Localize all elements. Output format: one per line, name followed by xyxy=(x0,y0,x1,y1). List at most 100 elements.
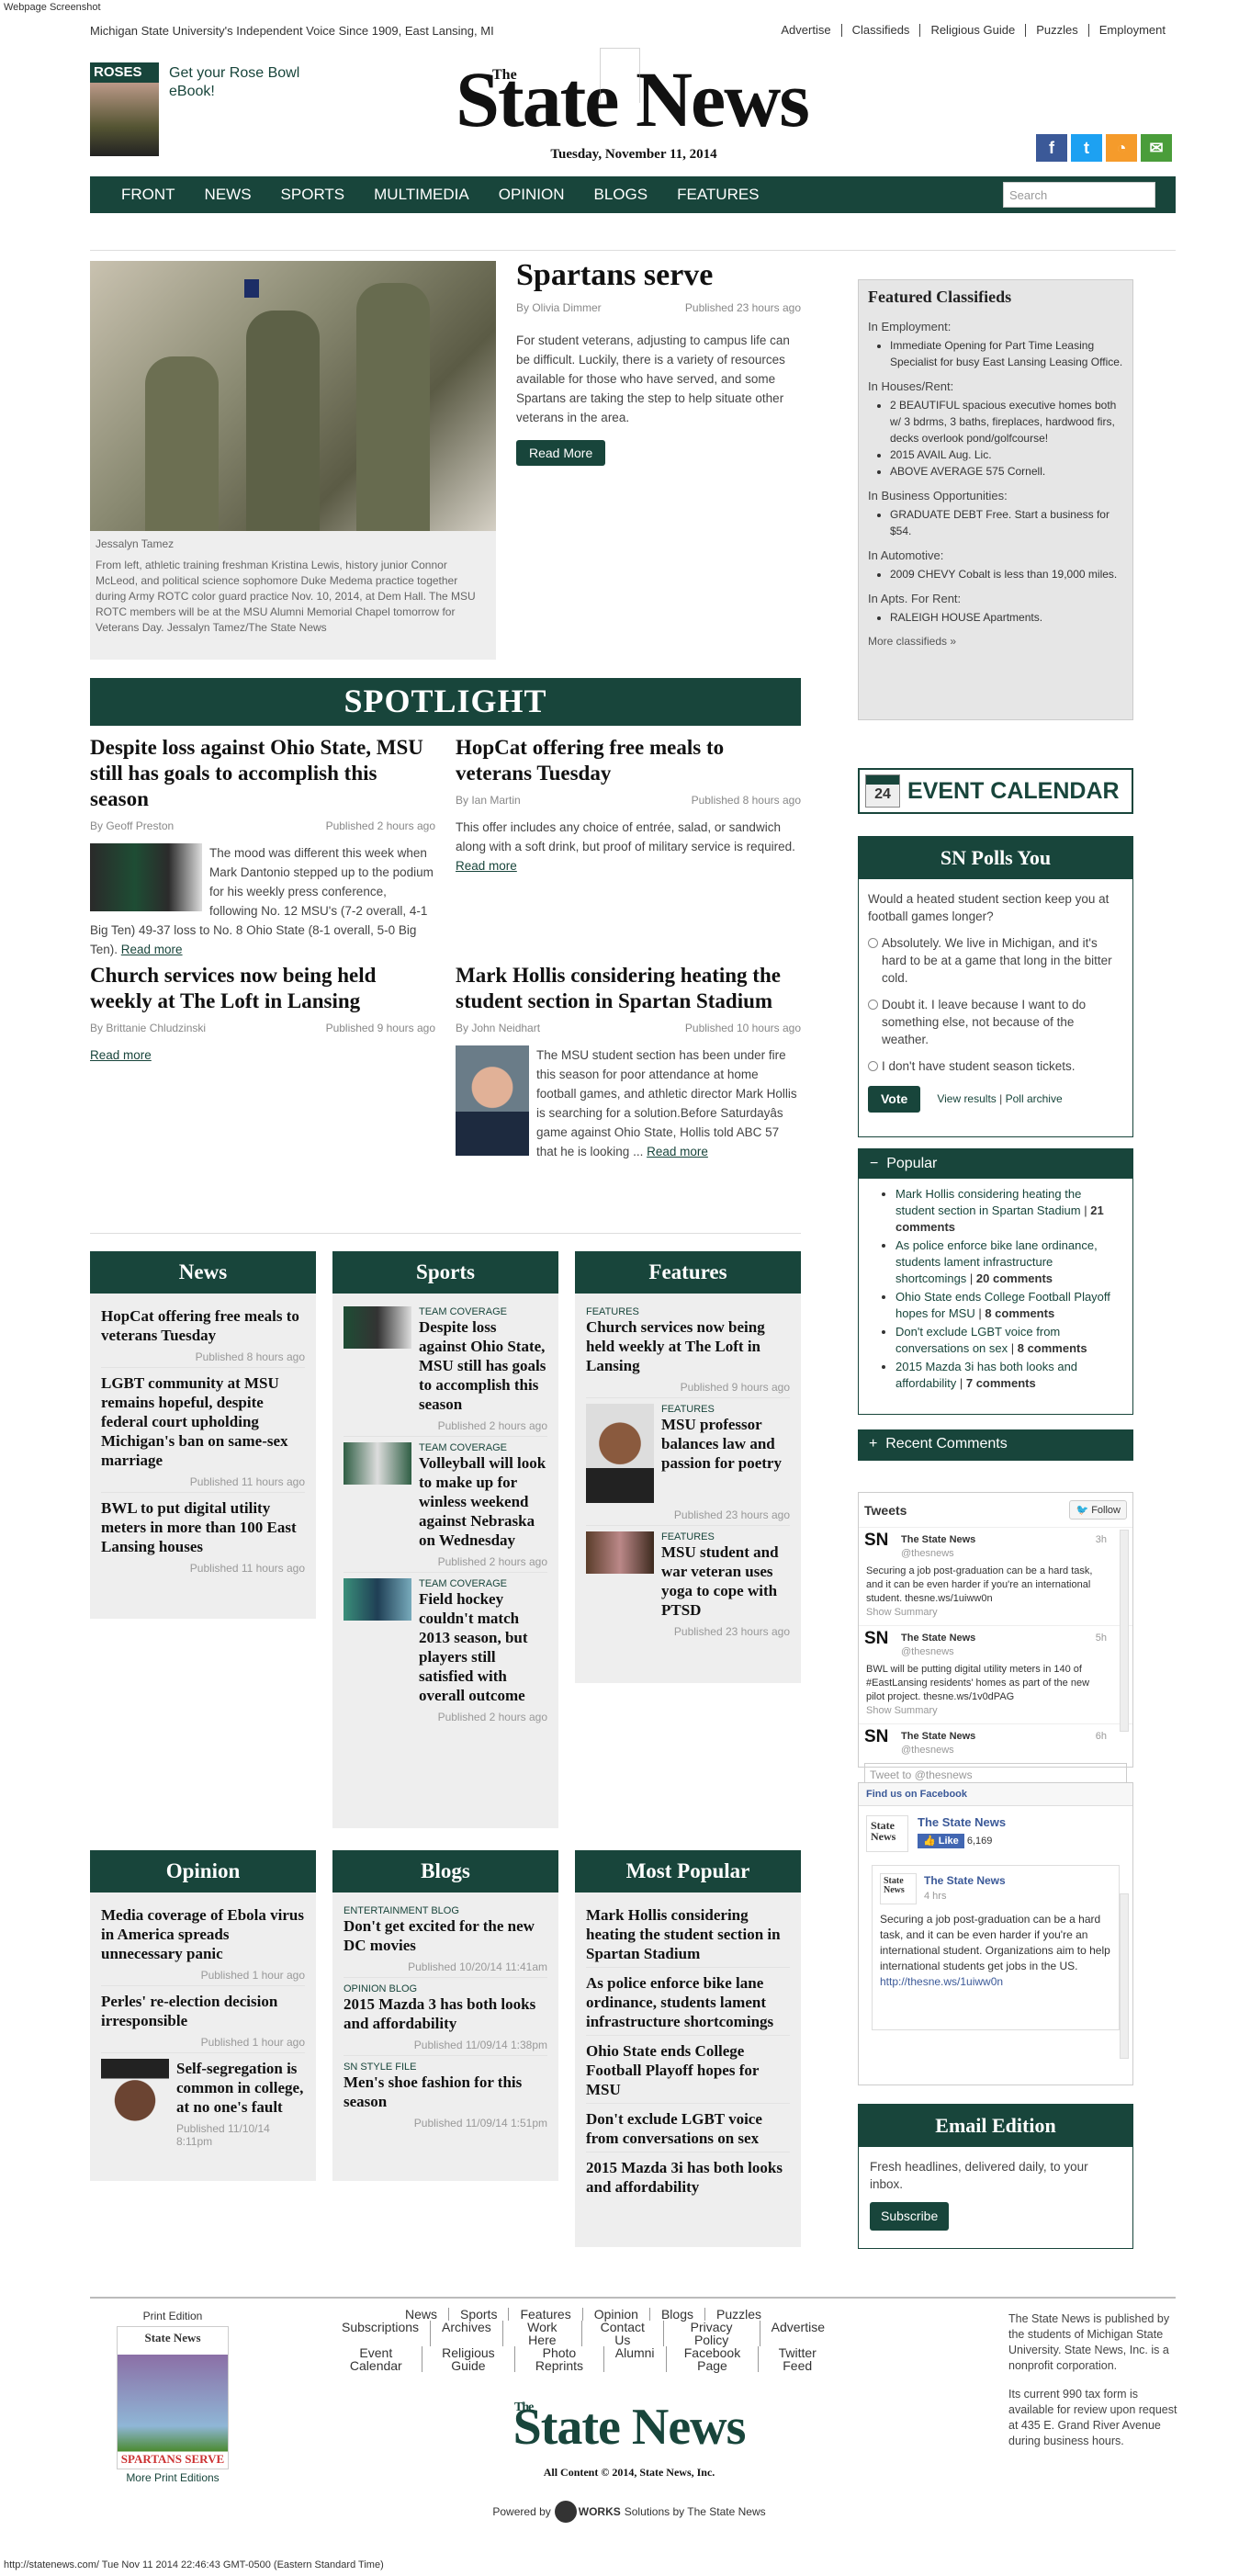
nav-item-news[interactable]: NEWS xyxy=(190,186,266,204)
item-headline[interactable]: BWL to put digital utility meters in mor… xyxy=(101,1498,305,1556)
subscribe-button[interactable]: Subscribe xyxy=(870,2202,950,2231)
poll-option[interactable]: I don't have student season tickets. xyxy=(868,1057,1123,1075)
classified-item[interactable]: ABOVE AVERAGE 575 Cornell. xyxy=(890,463,1123,480)
facebook-page-name[interactable]: The State News xyxy=(918,1815,1006,1829)
more-print-editions-link[interactable]: More Print Editions xyxy=(108,2471,237,2484)
footer-link[interactable]: Archives xyxy=(430,2321,502,2346)
item-headline[interactable]: Mark Hollis considering heating the stud… xyxy=(586,1905,790,1963)
facebook-icon[interactable]: f xyxy=(1036,134,1067,162)
item-headline[interactable]: Perles' re-election decision irresponsib… xyxy=(101,1992,305,2030)
facebook-post[interactable]: State News The State News 4 hrs Securing a … xyxy=(872,1865,1120,2030)
post-author[interactable]: The State News xyxy=(924,1873,1006,1889)
footer-link[interactable]: Religious Guide xyxy=(421,2346,514,2372)
section-title[interactable]: Blogs xyxy=(332,1850,558,1892)
item-headline[interactable]: Field hockey couldn't match 2013 season,… xyxy=(419,1589,547,1705)
item-headline[interactable]: LGBT community at MSU remains hopeful, d… xyxy=(101,1373,305,1470)
tweet[interactable]: SN The State News @thesnews 3h Securing a… xyxy=(859,1528,1132,1626)
tweet-author[interactable]: The State News xyxy=(901,1731,975,1742)
post-avatar[interactable]: State News xyxy=(880,1873,917,1904)
show-summary-link[interactable]: Show Summary xyxy=(866,1704,1109,1718)
read-more-button[interactable]: Read More xyxy=(516,440,606,466)
feature-headline[interactable]: Spartans serve xyxy=(516,259,801,292)
utility-link-puzzles[interactable]: Puzzles xyxy=(1025,24,1088,37)
read-more-link[interactable]: Read more xyxy=(90,1048,152,1062)
radio-button[interactable] xyxy=(868,938,878,948)
item-thumbnail[interactable] xyxy=(586,1404,654,1503)
footer-link[interactable]: Subscriptions xyxy=(331,2321,430,2346)
footer-logo[interactable]: The State News xyxy=(450,2400,808,2455)
tweet-handle[interactable]: @thesnews xyxy=(901,1646,954,1657)
item-kicker[interactable]: TEAM COVERAGE xyxy=(419,1442,547,1453)
tweet[interactable]: SN The State News @thesnews 6h xyxy=(859,1724,1132,1757)
vote-button[interactable]: Vote xyxy=(868,1086,921,1113)
footer-link[interactable]: Puzzles xyxy=(704,2308,772,2321)
tweet-handle[interactable]: @thesnews xyxy=(901,1548,954,1559)
item-headline[interactable]: Volleyball will look to make up for winl… xyxy=(419,1453,547,1550)
classified-item[interactable]: Immediate Opening for Part Time Leasing … xyxy=(890,337,1123,370)
spotlight-headline[interactable]: Despite loss against Ohio State, MSU sti… xyxy=(90,735,435,812)
utility-link-advertise[interactable]: Advertise xyxy=(771,24,840,37)
nav-item-multimedia[interactable]: MULTIMEDIA xyxy=(359,186,484,204)
classified-item[interactable]: RALEIGH HOUSE Apartments. xyxy=(890,609,1123,626)
utility-link-classifieds[interactable]: Classifieds xyxy=(840,24,920,37)
item-headline[interactable]: MSU professor balances law and passion f… xyxy=(661,1415,790,1473)
classified-item[interactable]: 2 BEAUTIFUL spacious executive homes bot… xyxy=(890,397,1123,446)
item-headline[interactable]: 2015 Mazda 3i has both looks and afforda… xyxy=(586,2158,790,2197)
item-kicker[interactable]: ENTERTAINMENT BLOG xyxy=(344,1905,547,1916)
item-headline[interactable]: Church services now being held weekly at… xyxy=(586,1317,790,1375)
rss-icon[interactable]: ◔ xyxy=(1106,134,1137,162)
item-headline[interactable]: As police enforce bike lane ordinance, s… xyxy=(586,1973,790,2031)
poll-archive-link[interactable]: Poll archive xyxy=(1006,1092,1063,1105)
classified-item[interactable]: GRADUATE DEBT Free. Start a business for… xyxy=(890,506,1123,539)
tweet-handle[interactable]: @thesnews xyxy=(901,1745,954,1756)
show-summary-link[interactable]: Show Summary xyxy=(866,1606,1109,1620)
classified-item[interactable]: 2009 CHEVY Cobalt is less than 19,000 mi… xyxy=(890,566,1123,582)
footer-link[interactable]: News xyxy=(394,2308,448,2321)
item-thumbnail[interactable] xyxy=(344,1442,411,1485)
footer-link[interactable]: Sports xyxy=(447,2308,508,2321)
classified-item[interactable]: 2015 AVAIL Aug. Lic. xyxy=(890,446,1123,463)
rose-bowl-promo[interactable]: ROSES Get your Rose Bowl eBook! xyxy=(90,62,329,160)
nav-item-front[interactable]: FRONT xyxy=(107,186,190,204)
item-thumbnail[interactable] xyxy=(586,1531,654,1574)
footer-link[interactable]: Facebook Page xyxy=(665,2346,759,2372)
read-more-link[interactable]: Read more xyxy=(647,1145,708,1158)
spotlight-thumbnail[interactable] xyxy=(90,843,202,911)
footer-link[interactable]: Event Calendar xyxy=(331,2346,422,2372)
item-thumbnail[interactable] xyxy=(344,1578,411,1621)
event-calendar-banner[interactable]: 24 EVENT CALENDAR xyxy=(858,768,1133,814)
spotlight-thumbnail[interactable] xyxy=(456,1045,529,1156)
tweets-scrollbar[interactable] xyxy=(1120,1530,1129,1732)
footer-link[interactable]: Opinion xyxy=(581,2308,649,2321)
item-kicker[interactable]: TEAM COVERAGE xyxy=(419,1578,547,1589)
recent-comments-header[interactable]: + Recent Comments xyxy=(858,1429,1133,1461)
email-icon[interactable]: ✉ xyxy=(1141,134,1172,162)
read-more-link[interactable]: Read more xyxy=(121,943,183,956)
section-title[interactable]: Sports xyxy=(332,1251,558,1294)
footer-link[interactable]: Contact Us xyxy=(580,2321,663,2346)
item-headline[interactable]: 2015 Mazda 3 has both looks and affordab… xyxy=(344,1994,547,2033)
radio-button[interactable] xyxy=(868,1000,878,1010)
facebook-like-button[interactable]: 👍 Like xyxy=(918,1834,964,1848)
item-headline[interactable]: Don't exclude LGBT voice from conversati… xyxy=(586,2109,790,2148)
item-headline[interactable]: Ohio State ends College Football Playoff… xyxy=(586,2041,790,2099)
post-link[interactable]: http://thesne.ws/1uiww0n xyxy=(880,1974,1111,1990)
tweet[interactable]: SN The State News @thesnews 5h BWL will b… xyxy=(859,1626,1132,1724)
item-thumbnail[interactable] xyxy=(344,1306,411,1349)
item-headline[interactable]: Self-segregation is common in college, a… xyxy=(176,2059,305,2117)
item-kicker[interactable]: TEAM COVERAGE xyxy=(419,1306,547,1317)
item-headline[interactable]: MSU student and war veteran uses yoga to… xyxy=(661,1542,790,1620)
promo-text[interactable]: Get your Rose Bowl eBook! xyxy=(169,64,325,101)
poll-option[interactable]: Doubt it. I leave because I want to do s… xyxy=(868,996,1123,1048)
feature-photo[interactable] xyxy=(90,261,496,531)
masthead-logo[interactable]: The State News xyxy=(411,48,852,143)
works-logo[interactable]: WORKS xyxy=(554,2501,621,2523)
nav-item-opinion[interactable]: OPINION xyxy=(484,186,580,204)
footer-link[interactable]: Work Here xyxy=(501,2321,581,2346)
view-results-link[interactable]: View results xyxy=(937,1092,996,1105)
promo-thumbnail[interactable]: ROSES xyxy=(90,62,159,156)
section-title[interactable]: Most Popular xyxy=(575,1850,801,1892)
nav-item-features[interactable]: FEATURES xyxy=(662,186,773,204)
spotlight-headline[interactable]: Mark Hollis considering heating the stud… xyxy=(456,963,801,1014)
footer-link[interactable]: Alumni xyxy=(603,2346,666,2372)
